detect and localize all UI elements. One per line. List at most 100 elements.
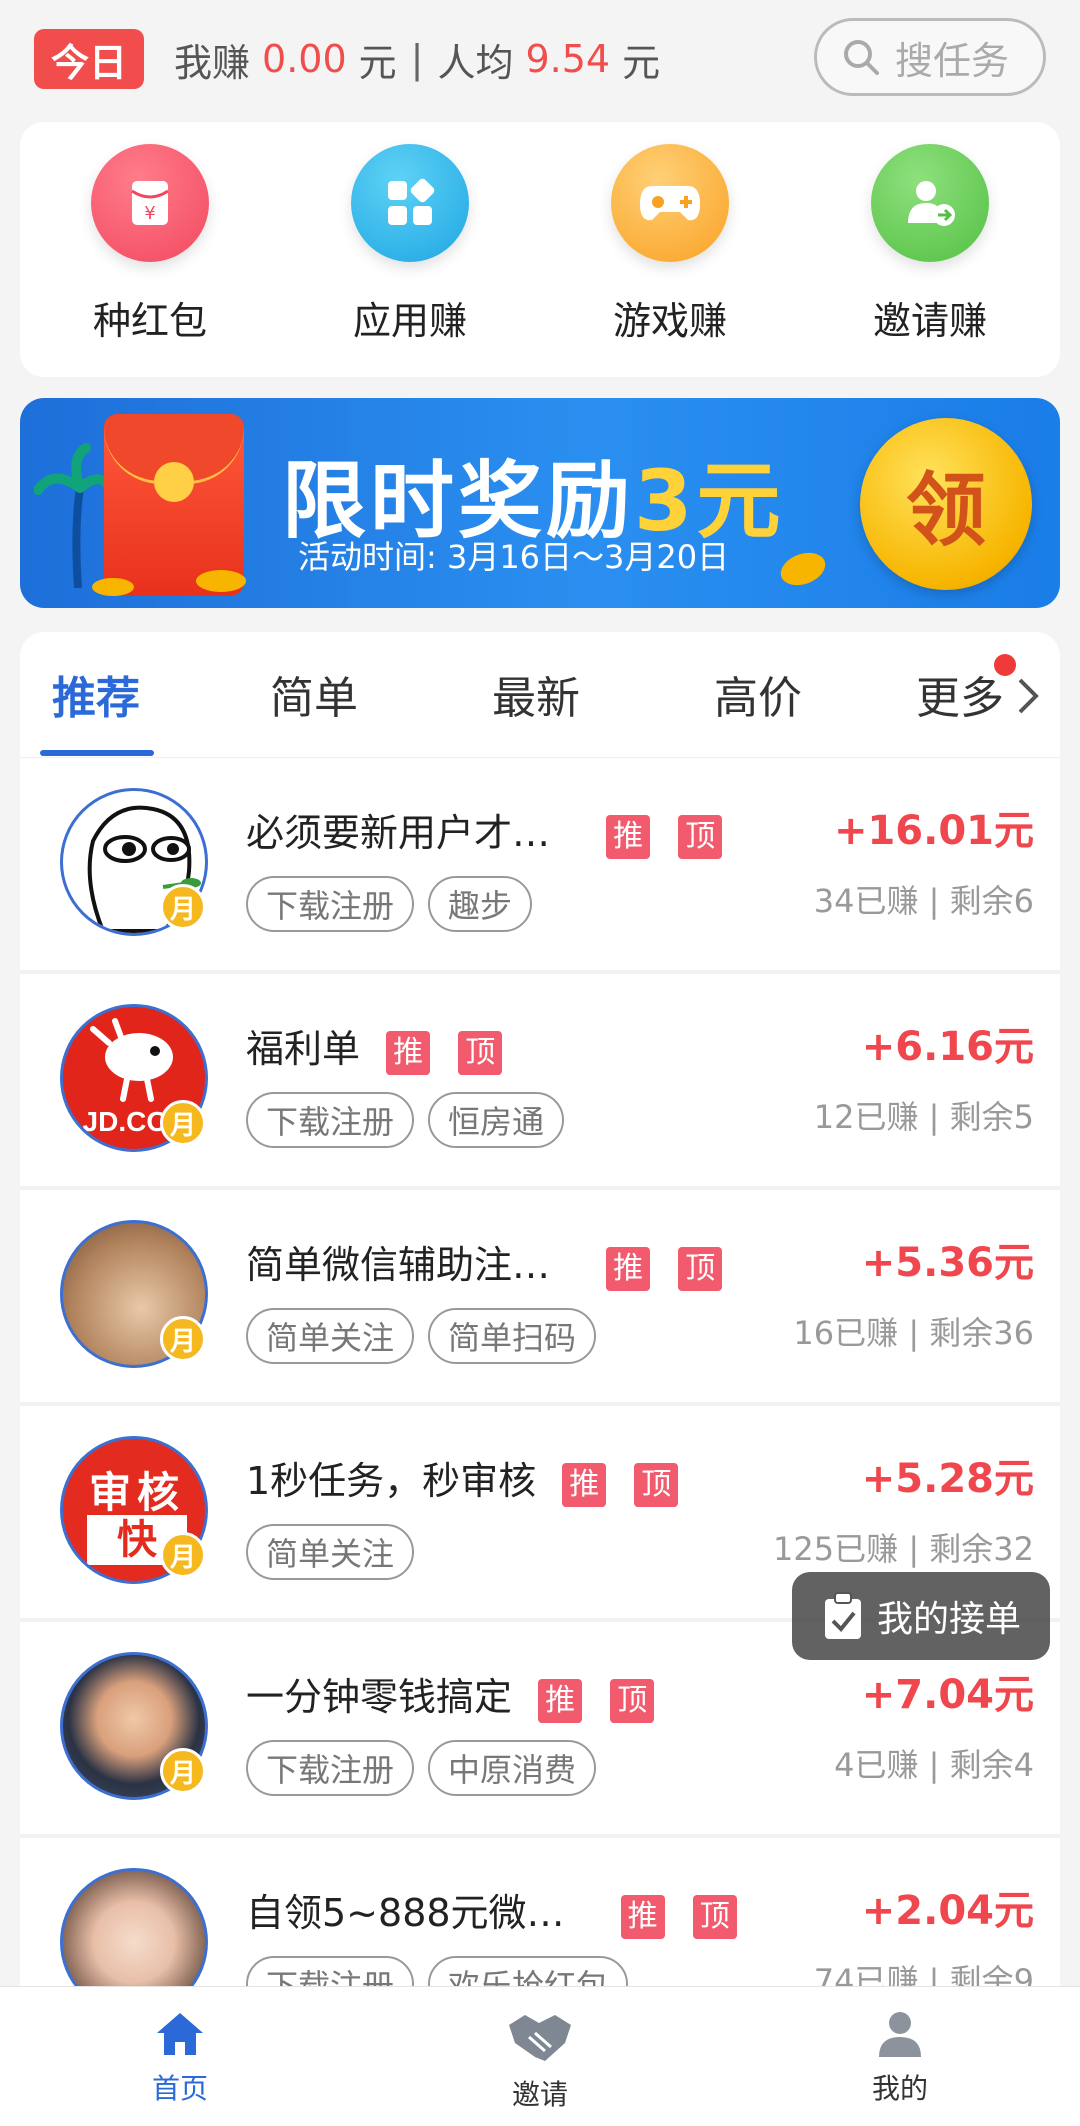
handshake-icon bbox=[509, 2015, 571, 2061]
recommend-tag: 推 bbox=[606, 815, 651, 859]
task-title: 简单微信辅助注… 推 顶 bbox=[246, 1234, 723, 1291]
tab-recommend[interactable]: 推荐 bbox=[52, 662, 140, 726]
task-stats: 16已赚 | 剩余36 bbox=[793, 1314, 1034, 1352]
top-tag: 顶 bbox=[678, 1247, 723, 1291]
month-badge: 月 bbox=[160, 884, 206, 930]
remaining-count: 剩余32 bbox=[929, 1530, 1034, 1568]
nav-mine[interactable]: 我的 bbox=[720, 1987, 1080, 2126]
earned-count: 12已赚 bbox=[813, 1098, 919, 1136]
task-row[interactable]: 月 简单微信辅助注… 推 顶 简单关注 简单扫码 +5.36元 16已赚 | 剩… bbox=[20, 1190, 1060, 1406]
category-label: 种红包 bbox=[92, 299, 207, 343]
remaining-count: 剩余36 bbox=[929, 1314, 1034, 1352]
tab-more[interactable]: 更多 bbox=[916, 662, 1004, 726]
claim-button[interactable]: 领 bbox=[860, 418, 1032, 590]
recommend-tag: 推 bbox=[562, 1463, 607, 1507]
task-chips: 下载注册 恒房通 bbox=[246, 1092, 565, 1148]
task-stats: 12已赚 | 剩余5 bbox=[813, 1098, 1034, 1136]
task-chips: 下载注册 中原消费 bbox=[246, 1740, 597, 1796]
category-label: 邀请赚 bbox=[872, 299, 987, 343]
nav-label: 邀请 bbox=[511, 2078, 568, 2111]
search-tasks-button[interactable]: 搜任务 bbox=[814, 18, 1046, 96]
category-invite[interactable]: 邀请赚 bbox=[800, 122, 1060, 377]
task-row[interactable]: 月 必须要新用户才… 推 顶 下载注册 趣步 +16.01元 34已赚 | 剩余… bbox=[20, 758, 1060, 974]
recommend-tag: 推 bbox=[386, 1031, 431, 1075]
avg-earn-value: 9.54 bbox=[525, 37, 611, 81]
top-tag: 顶 bbox=[634, 1463, 679, 1507]
remaining-count: 剩余6 bbox=[949, 882, 1034, 920]
user-icon bbox=[879, 2012, 921, 2057]
category-apps[interactable]: 应用赚 bbox=[280, 122, 540, 377]
nav-home[interactable]: 首页 bbox=[0, 1987, 360, 2126]
task-chips: 下载注册 趣步 bbox=[246, 876, 533, 932]
task-title-text: 1秒任务，秒审核 bbox=[246, 1459, 537, 1503]
gamepad-icon bbox=[611, 144, 729, 262]
my-orders-label: 我的接单 bbox=[876, 1599, 1021, 1640]
task-title-text: 一分钟零钱搞定 bbox=[246, 1675, 513, 1719]
task-tabs: 推荐 简单 最新 高价 更多 bbox=[20, 632, 1060, 758]
tab-high-price[interactable]: 高价 bbox=[714, 662, 802, 726]
task-chip: 下载注册 bbox=[246, 876, 415, 932]
month-badge: 月 bbox=[160, 1316, 206, 1362]
top-tag: 顶 bbox=[610, 1679, 655, 1723]
chevron-right-icon[interactable] bbox=[1016, 676, 1040, 716]
task-reward: +6.16元 bbox=[861, 1024, 1034, 1070]
recommend-tag: 推 bbox=[538, 1679, 583, 1723]
home-icon bbox=[157, 2013, 203, 2055]
coin-icon bbox=[196, 570, 246, 592]
task-chip: 简单关注 bbox=[246, 1308, 415, 1364]
my-orders-button[interactable]: 我的接单 bbox=[792, 1572, 1050, 1660]
category-red-envelope[interactable]: ¥ 种红包 bbox=[20, 122, 280, 377]
earned-count: 16已赚 bbox=[793, 1314, 899, 1352]
earned-count: 34已赚 bbox=[813, 882, 919, 920]
category-label: 游戏赚 bbox=[612, 299, 727, 343]
top-header: 今日 我赚 0.00 元 | 人均 9.54 元 搜任务 bbox=[0, 0, 1080, 118]
task-list-card: 推荐 简单 最新 高价 更多 月 必须要新用户才… 推 顶 下载注册 趣步 +1… bbox=[20, 632, 1060, 2032]
task-stats: 34已赚 | 剩余6 bbox=[813, 882, 1034, 920]
task-reward: +5.28元 bbox=[861, 1456, 1034, 1502]
separator: | bbox=[410, 37, 424, 81]
search-label: 搜任务 bbox=[895, 38, 1010, 83]
tab-simple[interactable]: 简单 bbox=[270, 662, 358, 726]
unit-label: 元 bbox=[358, 40, 397, 85]
task-reward: +7.04元 bbox=[861, 1672, 1034, 1718]
task-title: 必须要新用户才… 推 顶 bbox=[246, 802, 723, 859]
invite-user-icon bbox=[871, 144, 989, 262]
task-chips: 简单关注 简单扫码 bbox=[246, 1308, 597, 1364]
task-chip: 下载注册 bbox=[246, 1092, 415, 1148]
task-title-text: 自领5~888元微… bbox=[246, 1891, 565, 1935]
top-tag: 顶 bbox=[678, 815, 723, 859]
recommend-tag: 推 bbox=[620, 1895, 665, 1939]
recommend-tag: 推 bbox=[606, 1247, 651, 1291]
task-title-text: 简单微信辅助注… bbox=[246, 1243, 551, 1287]
top-tag: 顶 bbox=[458, 1031, 503, 1075]
promo-banner[interactable]: 限时奖励3元 活动时间: 3月16日～3月20日 领 bbox=[20, 398, 1060, 608]
category-card: ¥ 种红包 应用赚 游戏赚 邀请赚 bbox=[20, 122, 1060, 377]
nav-invite[interactable]: 邀请 bbox=[360, 1987, 720, 2126]
nav-label: 首页 bbox=[151, 2072, 208, 2105]
tab-latest[interactable]: 最新 bbox=[492, 662, 580, 726]
month-badge: 月 bbox=[160, 1532, 206, 1578]
task-reward: +2.04元 bbox=[861, 1888, 1034, 1934]
task-chip: 恒房通 bbox=[428, 1092, 565, 1148]
task-title: 一分钟零钱搞定 推 顶 bbox=[246, 1666, 655, 1723]
today-badge: 今日 bbox=[34, 29, 144, 89]
red-envelope-icon: ¥ bbox=[91, 144, 209, 262]
search-icon bbox=[844, 40, 879, 75]
task-chip: 下载注册 bbox=[246, 1740, 415, 1796]
clipboard-check-icon bbox=[824, 1592, 861, 1639]
apps-icon bbox=[351, 144, 469, 262]
task-stats: 125已赚 | 剩余32 bbox=[773, 1530, 1034, 1568]
coin-icon bbox=[92, 578, 134, 596]
svg-text:¥: ¥ bbox=[144, 203, 155, 224]
top-tag: 顶 bbox=[692, 1895, 737, 1939]
task-chip: 简单关注 bbox=[246, 1524, 415, 1580]
earnings-summary: 我赚 0.00 元 | 人均 9.54 元 bbox=[174, 32, 660, 87]
task-row[interactable]: JD.COM 月 福利单 推 顶 下载注册 恒房通 +6.16元 12已赚 | … bbox=[20, 974, 1060, 1190]
my-earn-label: 我赚 bbox=[174, 40, 251, 85]
red-envelope-icon bbox=[104, 414, 244, 596]
category-games[interactable]: 游戏赚 bbox=[540, 122, 800, 377]
palm-tree-icon bbox=[34, 443, 114, 588]
month-badge: 月 bbox=[160, 1100, 206, 1146]
category-label: 应用赚 bbox=[352, 299, 467, 343]
task-stats: 4已赚 | 剩余4 bbox=[834, 1746, 1034, 1784]
